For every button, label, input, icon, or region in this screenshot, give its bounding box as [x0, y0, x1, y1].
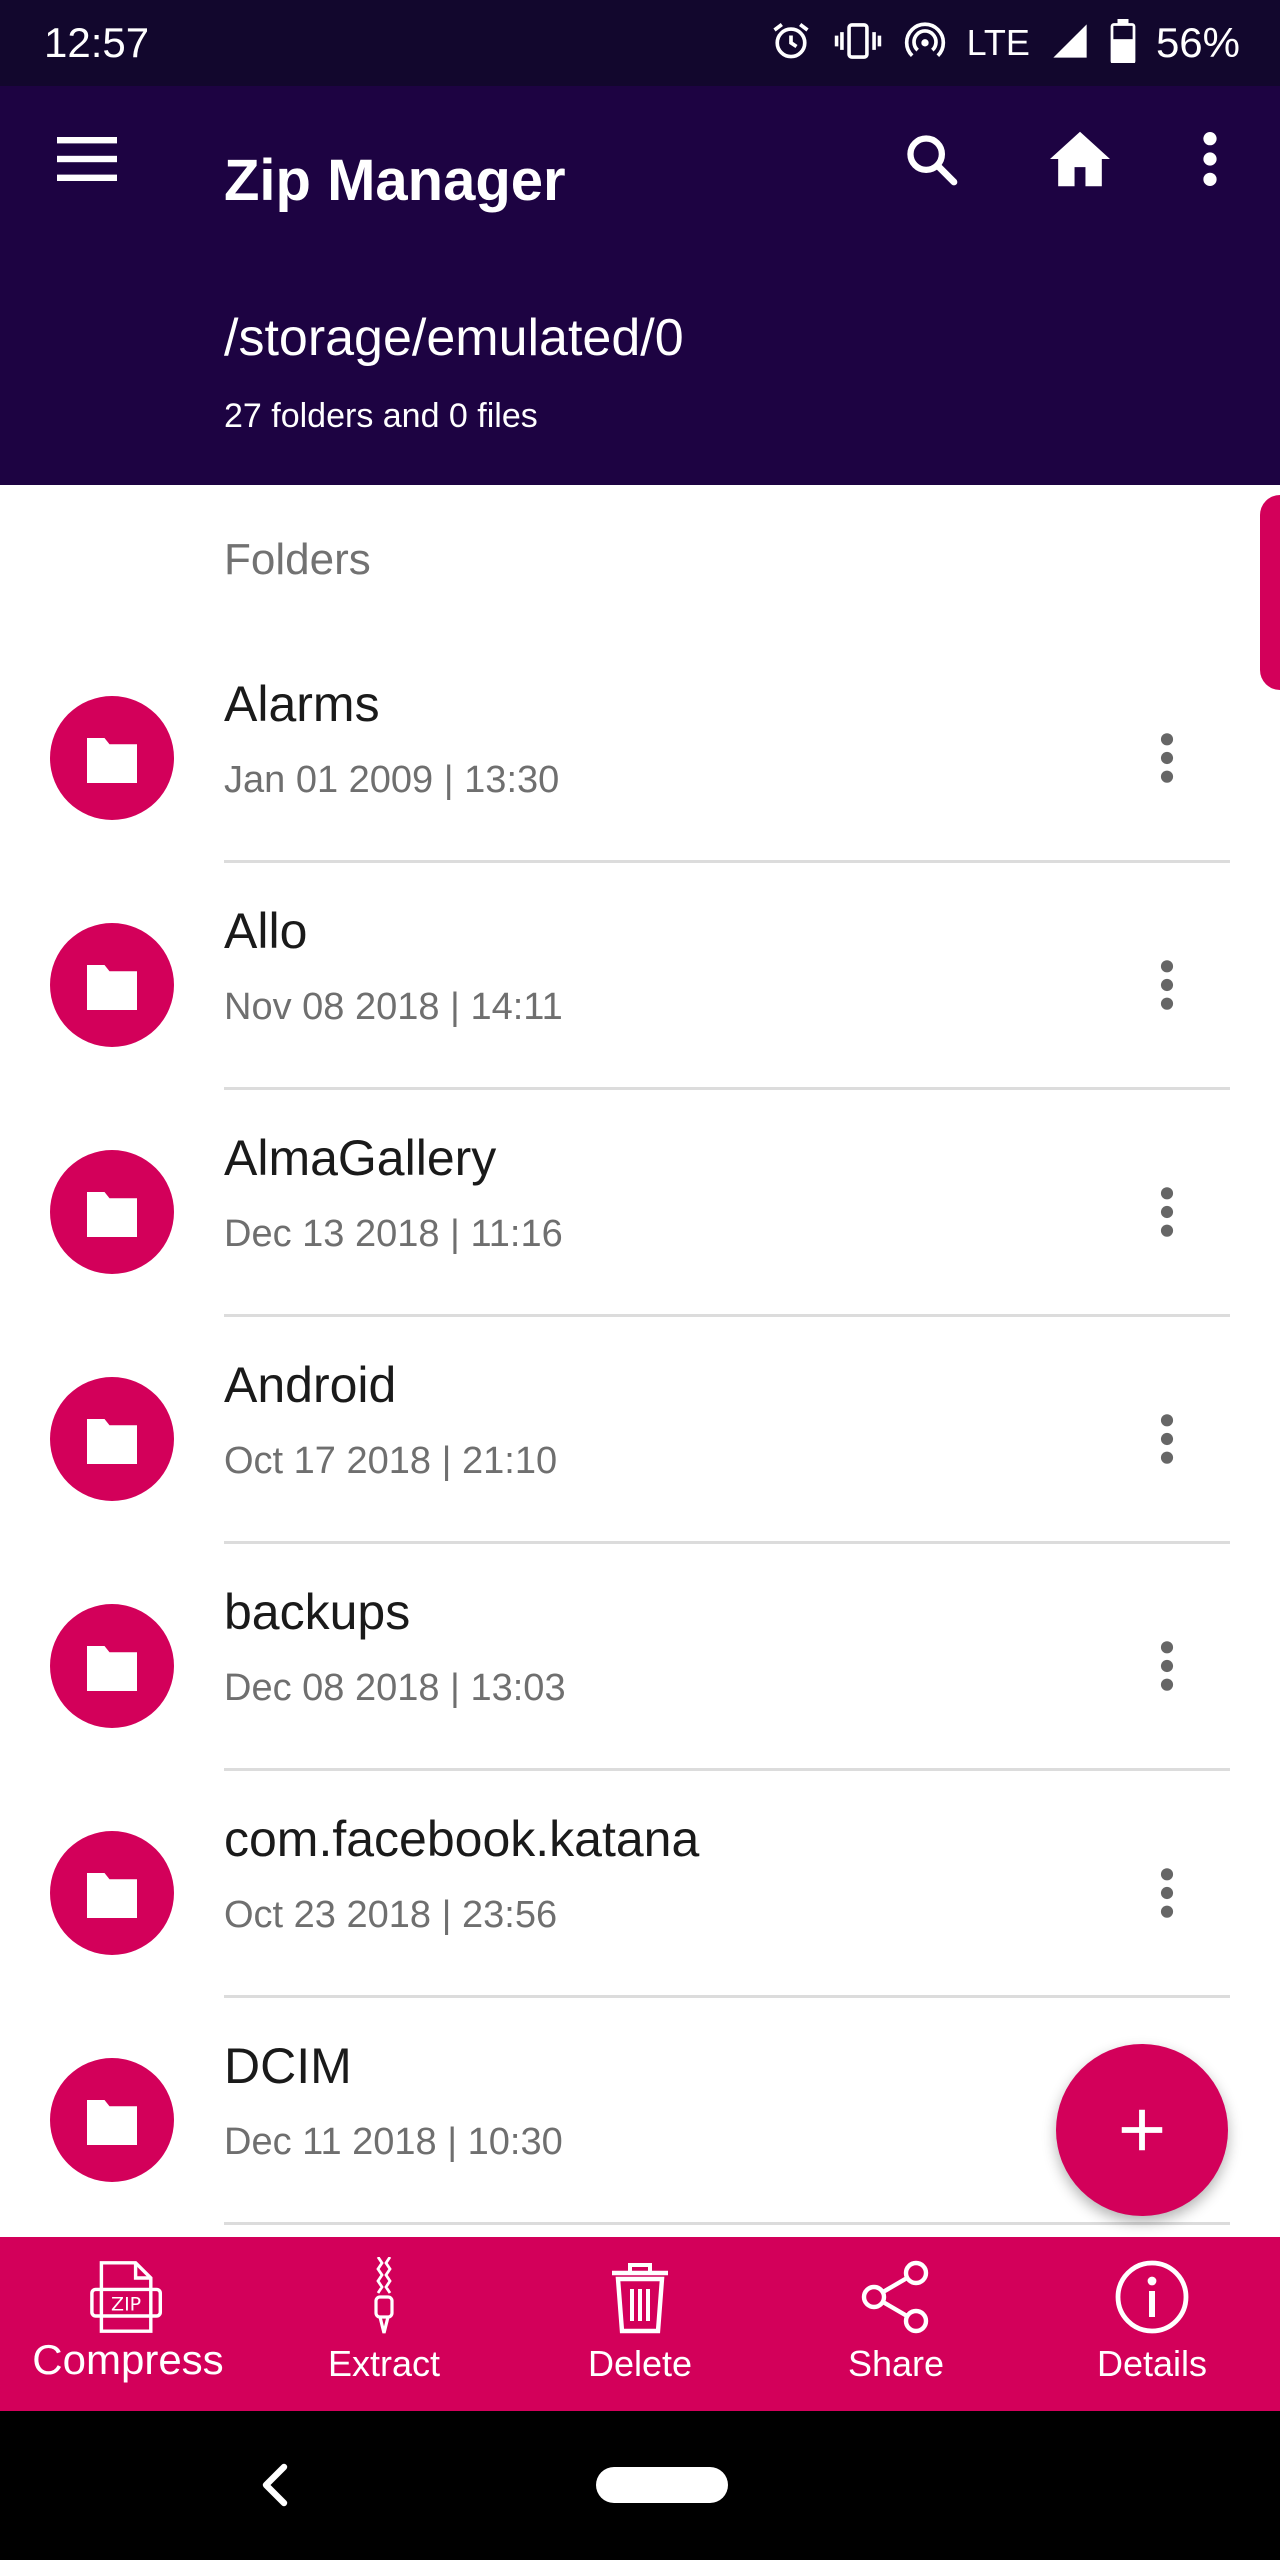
- battery-percent: 56%: [1155, 19, 1240, 66]
- folder-row[interactable]: backups Dec 08 2018 | 13:03: [0, 1544, 1280, 1771]
- folder-name: backups: [224, 1584, 411, 1640]
- share-icon: [768, 2257, 1024, 2337]
- folder-icon: [50, 1831, 174, 1955]
- folder-icon: [50, 696, 174, 820]
- add-button[interactable]: [1056, 2044, 1228, 2216]
- current-path: /storage/emulated/0: [224, 309, 684, 367]
- folder-date: Dec 11 2018 | 10:30: [224, 2121, 563, 2163]
- compress-label: Compress: [32, 2336, 224, 2383]
- folder-icon: [50, 923, 174, 1047]
- folder-name: DCIM: [224, 2038, 352, 2094]
- more-vert-icon[interactable]: [1130, 1162, 1204, 1262]
- battery-icon: [1110, 18, 1136, 68]
- more-options-icon[interactable]: [1180, 116, 1240, 202]
- folder-date: Dec 08 2018 | 13:03: [224, 1667, 566, 1709]
- share-button[interactable]: Share: [768, 2237, 1024, 2411]
- folder-row[interactable]: AlmaGallery Dec 13 2018 | 11:16: [0, 1090, 1280, 1317]
- folder-row[interactable]: Alarms Jan 01 2009 | 13:30: [0, 636, 1280, 863]
- svg-text:ZIP: ZIP: [111, 2293, 141, 2315]
- folder-date: Nov 08 2018 | 14:11: [224, 986, 563, 1028]
- folder-row[interactable]: Allo Nov 08 2018 | 14:11: [0, 863, 1280, 1090]
- network-type: LTE: [966, 22, 1030, 63]
- search-icon[interactable]: [888, 116, 974, 202]
- alarm-icon: [769, 19, 813, 68]
- folder-file-count: 27 folders and 0 files: [224, 397, 538, 435]
- app-title: Zip Manager: [224, 148, 566, 213]
- more-vert-icon[interactable]: [1130, 1616, 1204, 1716]
- vibrate-icon: [833, 19, 883, 68]
- app-bar: Zip Manager /storage/emulated/0 27 folde…: [0, 86, 1280, 485]
- menu-icon[interactable]: [44, 116, 130, 202]
- delete-button[interactable]: Delete: [512, 2237, 768, 2411]
- status-icons: LTE 56%: [769, 16, 1240, 70]
- folder-icon: [50, 2058, 174, 2182]
- folder-date: Jan 01 2009 | 13:30: [224, 759, 560, 801]
- folder-name: Alarms: [224, 676, 380, 732]
- folder-name: Android: [224, 1357, 397, 1413]
- more-vert-icon[interactable]: [1130, 1843, 1204, 1943]
- system-nav-bar: [0, 2411, 1280, 2560]
- status-bar: 12:57 LTE 56%: [0, 0, 1280, 86]
- back-icon[interactable]: [250, 2455, 302, 2520]
- folder-date: Oct 23 2018 | 23:56: [224, 1894, 558, 1936]
- details-label: Details: [1096, 2343, 1208, 2384]
- more-vert-icon[interactable]: [1130, 935, 1204, 1035]
- folder-row[interactable]: com.facebook.katana Oct 23 2018 | 23:56: [0, 1771, 1280, 1998]
- more-vert-icon[interactable]: [1130, 708, 1204, 808]
- folder-name: com.facebook.katana: [224, 1811, 700, 1867]
- folder-icon: [50, 1377, 174, 1501]
- delete-label: Delete: [587, 2343, 693, 2384]
- folder-date: Oct 17 2018 | 21:10: [224, 1440, 558, 1482]
- zipper-icon: [256, 2257, 512, 2337]
- folder-icon: [50, 1150, 174, 1274]
- add-icon: [1121, 2109, 1163, 2151]
- folder-icon: [50, 1604, 174, 1728]
- trash-icon: [512, 2257, 768, 2337]
- zip-file-icon: ZIP: [0, 2257, 256, 2337]
- extract-label: Extract: [327, 2343, 441, 2384]
- section-title-folders: Folders: [224, 535, 371, 584]
- share-label: Share: [847, 2343, 945, 2384]
- folder-name: Allo: [224, 903, 308, 959]
- hotspot-icon: [903, 19, 947, 68]
- extract-button[interactable]: Extract: [256, 2237, 512, 2411]
- folder-row[interactable]: Android Oct 17 2018 | 21:10: [0, 1317, 1280, 1544]
- status-time: 12:57: [44, 19, 150, 66]
- info-icon: [1024, 2257, 1280, 2337]
- bottom-action-bar: ZIP Compress Extract Delete Share Detail…: [0, 2237, 1280, 2411]
- more-vert-icon[interactable]: [1130, 1389, 1204, 1489]
- folder-date: Dec 13 2018 | 11:16: [224, 1213, 563, 1255]
- details-button[interactable]: Details: [1024, 2237, 1280, 2411]
- home-pill-button[interactable]: [596, 2467, 728, 2503]
- compress-button[interactable]: ZIP Compress: [0, 2237, 256, 2411]
- divider: [224, 2222, 1230, 2225]
- folder-name: AlmaGallery: [224, 1130, 497, 1186]
- signal-icon: [1050, 21, 1090, 66]
- home-icon[interactable]: [1036, 116, 1124, 202]
